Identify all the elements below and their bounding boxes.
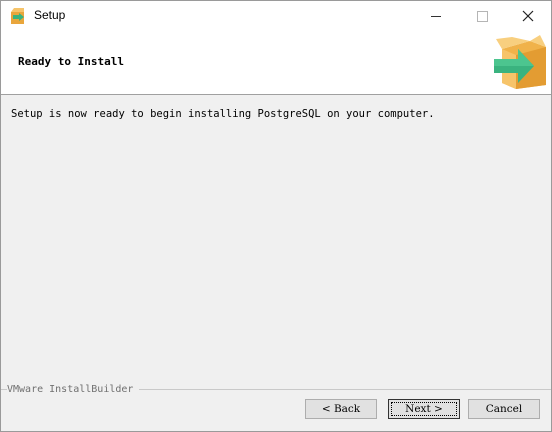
minimize-icon [431,15,441,17]
page-title: Ready to Install [18,55,124,68]
close-icon [522,10,534,22]
title-bar[interactable]: Setup [1,1,551,31]
window-title: Setup [34,8,66,22]
maximize-icon [476,10,488,22]
back-button[interactable]: < Back [305,399,377,419]
next-button[interactable]: Next > [388,399,460,419]
setup-window: Setup Ready to Install Setup is now read… [0,0,552,432]
installer-box-icon [494,35,546,89]
close-button[interactable] [505,1,551,31]
cancel-button[interactable]: Cancel [468,399,540,419]
minimize-button[interactable] [413,1,459,31]
installer-app-icon [11,8,24,24]
installer-brand: VMware InstallBuilder [7,384,140,395]
install-message: Setup is now ready to begin installing P… [11,108,435,120]
maximize-button[interactable] [459,1,505,31]
wizard-header: Ready to Install [1,31,551,95]
